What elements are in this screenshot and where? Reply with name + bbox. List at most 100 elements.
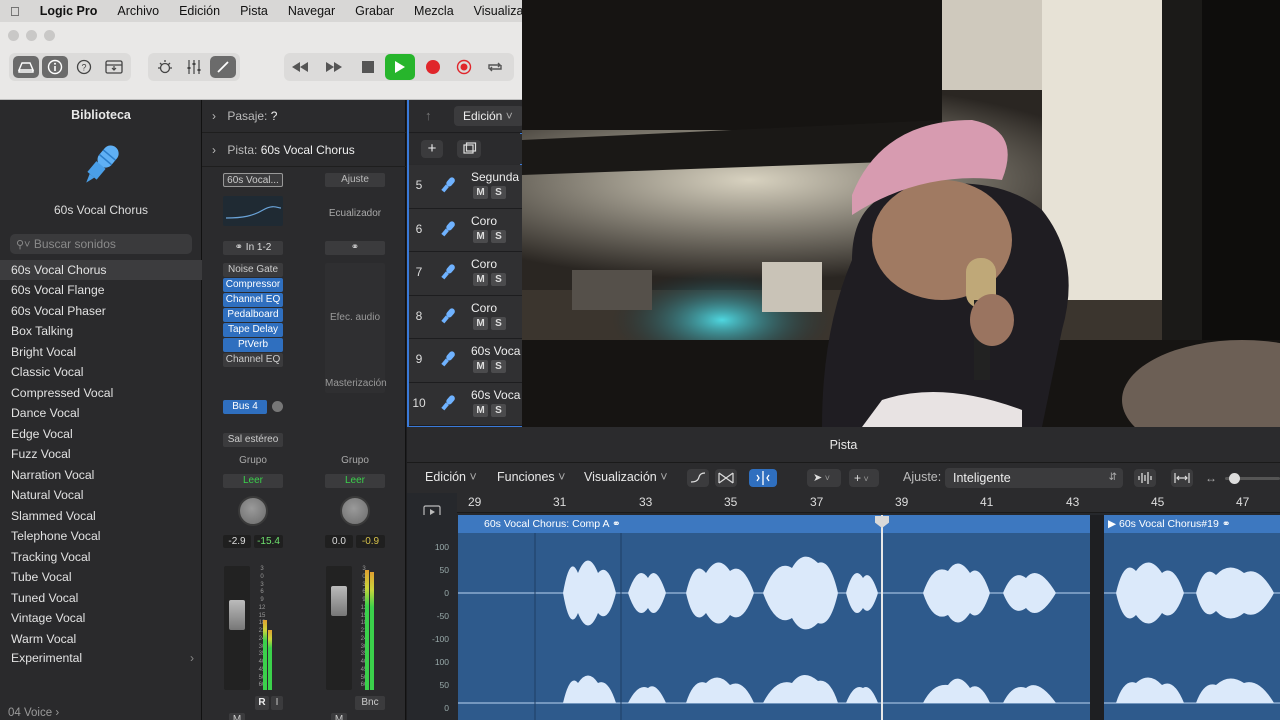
setting-button[interactable]: 60s Vocal... — [223, 173, 283, 187]
cycle-icon[interactable] — [482, 56, 508, 78]
fit-horizontal-icon[interactable] — [1171, 469, 1193, 487]
library-item[interactable]: Tuned Vocal — [0, 588, 202, 608]
smart-controls-icon[interactable] — [152, 56, 178, 78]
plugin-slot[interactable]: Channel EQ — [223, 293, 283, 307]
crosshair-tool-icon[interactable]: + ˅ — [849, 469, 879, 487]
mute-button[interactable]: M — [473, 186, 488, 199]
bounce-button[interactable]: Bnc — [355, 696, 385, 710]
send-slot[interactable]: Bus 4 — [223, 400, 267, 414]
automation-mode[interactable]: Leer — [223, 474, 283, 488]
link-icon[interactable]: ⚭ — [325, 241, 385, 255]
crossfade-icon[interactable] — [715, 469, 737, 487]
zoom-slider[interactable] — [1225, 473, 1280, 484]
volume-value[interactable]: -2.9 — [223, 535, 251, 548]
library-item[interactable]: 60s Vocal Phaser — [0, 301, 202, 321]
mute-button[interactable]: M — [473, 229, 488, 243]
eq-thumbnail[interactable] — [223, 196, 283, 226]
input-slot[interactable]: ⚭ In 1-2 — [223, 241, 283, 255]
solo-button[interactable]: S — [491, 316, 506, 330]
capture-recording-icon[interactable] — [451, 56, 477, 78]
solo-button[interactable]: S — [491, 360, 506, 373]
plugin-slot[interactable]: Tape Delay — [223, 323, 283, 337]
library-item[interactable]: Natural Vocal — [0, 485, 202, 505]
library-footer[interactable]: 04 Voice › — [8, 707, 59, 719]
inbox-icon[interactable] — [101, 56, 127, 78]
audio-fx-area[interactable]: Efec. audio — [325, 263, 385, 393]
volume-fader-cap[interactable] — [229, 600, 245, 630]
close-window-button[interactable] — [8, 30, 19, 41]
waveform-zoom-icon[interactable] — [1134, 469, 1156, 487]
volume-fader-cap[interactable] — [331, 586, 347, 616]
track-row[interactable]: 9 60s Voca M S — [409, 339, 524, 383]
inspector-icon[interactable] — [42, 56, 68, 78]
group-slot-output[interactable]: Grupo — [325, 454, 385, 468]
plugin-slot[interactable]: Pedalboard — [223, 308, 283, 322]
track-row[interactable]: 7 Coro M S — [409, 252, 524, 296]
mute-button[interactable]: M — [473, 403, 488, 417]
apple-menu-icon[interactable]:  — [10, 4, 20, 19]
menu-app-name[interactable]: Logic Pro — [40, 4, 98, 18]
library-item[interactable]: Bright Vocal — [0, 342, 202, 362]
track-name[interactable]: Coro — [471, 214, 497, 228]
audio-region[interactable]: 60s Vocal Chorus: Comp A ⚭ — [458, 515, 1090, 720]
pan-knob[interactable] — [238, 496, 268, 526]
track-row[interactable]: 8 Coro M S — [409, 295, 524, 339]
stop-icon[interactable] — [355, 56, 381, 78]
menu-mezcla[interactable]: Mezcla — [414, 4, 454, 18]
playhead[interactable] — [881, 515, 883, 720]
send-level-knob[interactable] — [272, 401, 283, 412]
track-row[interactable]: 5 Segunda M S — [409, 165, 524, 209]
track-inspector-header[interactable]: › Pista: 60s Vocal Chorus — [202, 134, 406, 167]
track-name[interactable]: Coro — [471, 301, 497, 315]
peak-value-output[interactable]: -0.9 — [356, 535, 385, 548]
audio-region[interactable]: ▶ 60s Vocal Chorus#19 ⚭ — [1104, 515, 1280, 720]
pointer-tool-icon[interactable]: ➤ ˅ — [807, 469, 841, 487]
track-name[interactable]: 60s Voca — [471, 388, 520, 402]
fast-forward-icon[interactable] — [321, 56, 347, 78]
volume-fader-track[interactable] — [224, 566, 250, 690]
menu-pista[interactable]: Pista — [240, 4, 268, 18]
timeline-ruler[interactable]: 29 31 33 35 37 39 41 43 45 47 — [457, 493, 1280, 513]
plugin-slot[interactable]: Compressor — [223, 278, 283, 292]
eq-slot-output[interactable]: Ecualizador — [325, 207, 385, 221]
minimize-window-button[interactable] — [26, 30, 37, 41]
solo-button[interactable]: S — [491, 229, 506, 243]
library-item[interactable]: Edge Vocal — [0, 424, 202, 444]
menu-navegar[interactable]: Navegar — [288, 4, 335, 18]
menu-visualizacion[interactable]: Visualizació — [474, 4, 522, 18]
setting-button-output[interactable]: Ajuste — [325, 173, 385, 187]
plugin-slot[interactable]: Noise Gate — [223, 263, 283, 277]
library-icon[interactable] — [13, 56, 39, 78]
library-item[interactable]: Telephone Vocal — [0, 526, 202, 546]
library-item[interactable]: Compressed Vocal — [0, 383, 202, 403]
library-item[interactable]: Tube Vocal — [0, 567, 202, 587]
pan-knob-output[interactable] — [340, 496, 370, 526]
automation-mode-output[interactable]: Leer — [325, 474, 385, 488]
snap-mode-select[interactable]: Inteligente ⇵ — [945, 468, 1123, 488]
library-item[interactable]: Fuzz Vocal — [0, 444, 202, 464]
mastering-slot[interactable]: Masterización — [325, 377, 387, 391]
editor-functions-menu[interactable]: Funciones ˅ — [497, 470, 565, 484]
track-name[interactable]: Segunda — [471, 170, 519, 184]
library-folder-experimental[interactable]: Experimental › — [0, 648, 202, 668]
library-item[interactable]: Box Talking — [0, 321, 202, 341]
menu-archivo[interactable]: Archivo — [117, 4, 159, 18]
track-name[interactable]: Coro — [471, 257, 497, 271]
zoom-window-button[interactable] — [44, 30, 55, 41]
editors-icon[interactable] — [210, 56, 236, 78]
track-row[interactable]: 6 Coro M S — [409, 208, 524, 252]
arrow-up-icon[interactable]: ↑ — [425, 108, 432, 123]
library-item[interactable]: Vintage Vocal — [0, 608, 202, 628]
library-item[interactable]: 60s Vocal Flange — [0, 280, 202, 300]
menu-grabar[interactable]: Grabar — [355, 4, 394, 18]
group-slot[interactable]: Grupo — [223, 454, 283, 468]
menu-edicion[interactable]: Edición — [179, 4, 220, 18]
zoom-slider-thumb[interactable] — [1229, 473, 1240, 484]
track-row[interactable]: 10 60s Voca M S — [409, 382, 524, 426]
mute-button[interactable]: M — [331, 713, 347, 720]
help-icon[interactable]: ? — [71, 56, 97, 78]
editor-view-menu[interactable]: Visualización ˅ — [584, 470, 668, 484]
mute-button[interactable]: M — [473, 273, 488, 286]
library-item[interactable]: Narration Vocal — [0, 465, 202, 485]
rewind-icon[interactable] — [287, 56, 313, 78]
